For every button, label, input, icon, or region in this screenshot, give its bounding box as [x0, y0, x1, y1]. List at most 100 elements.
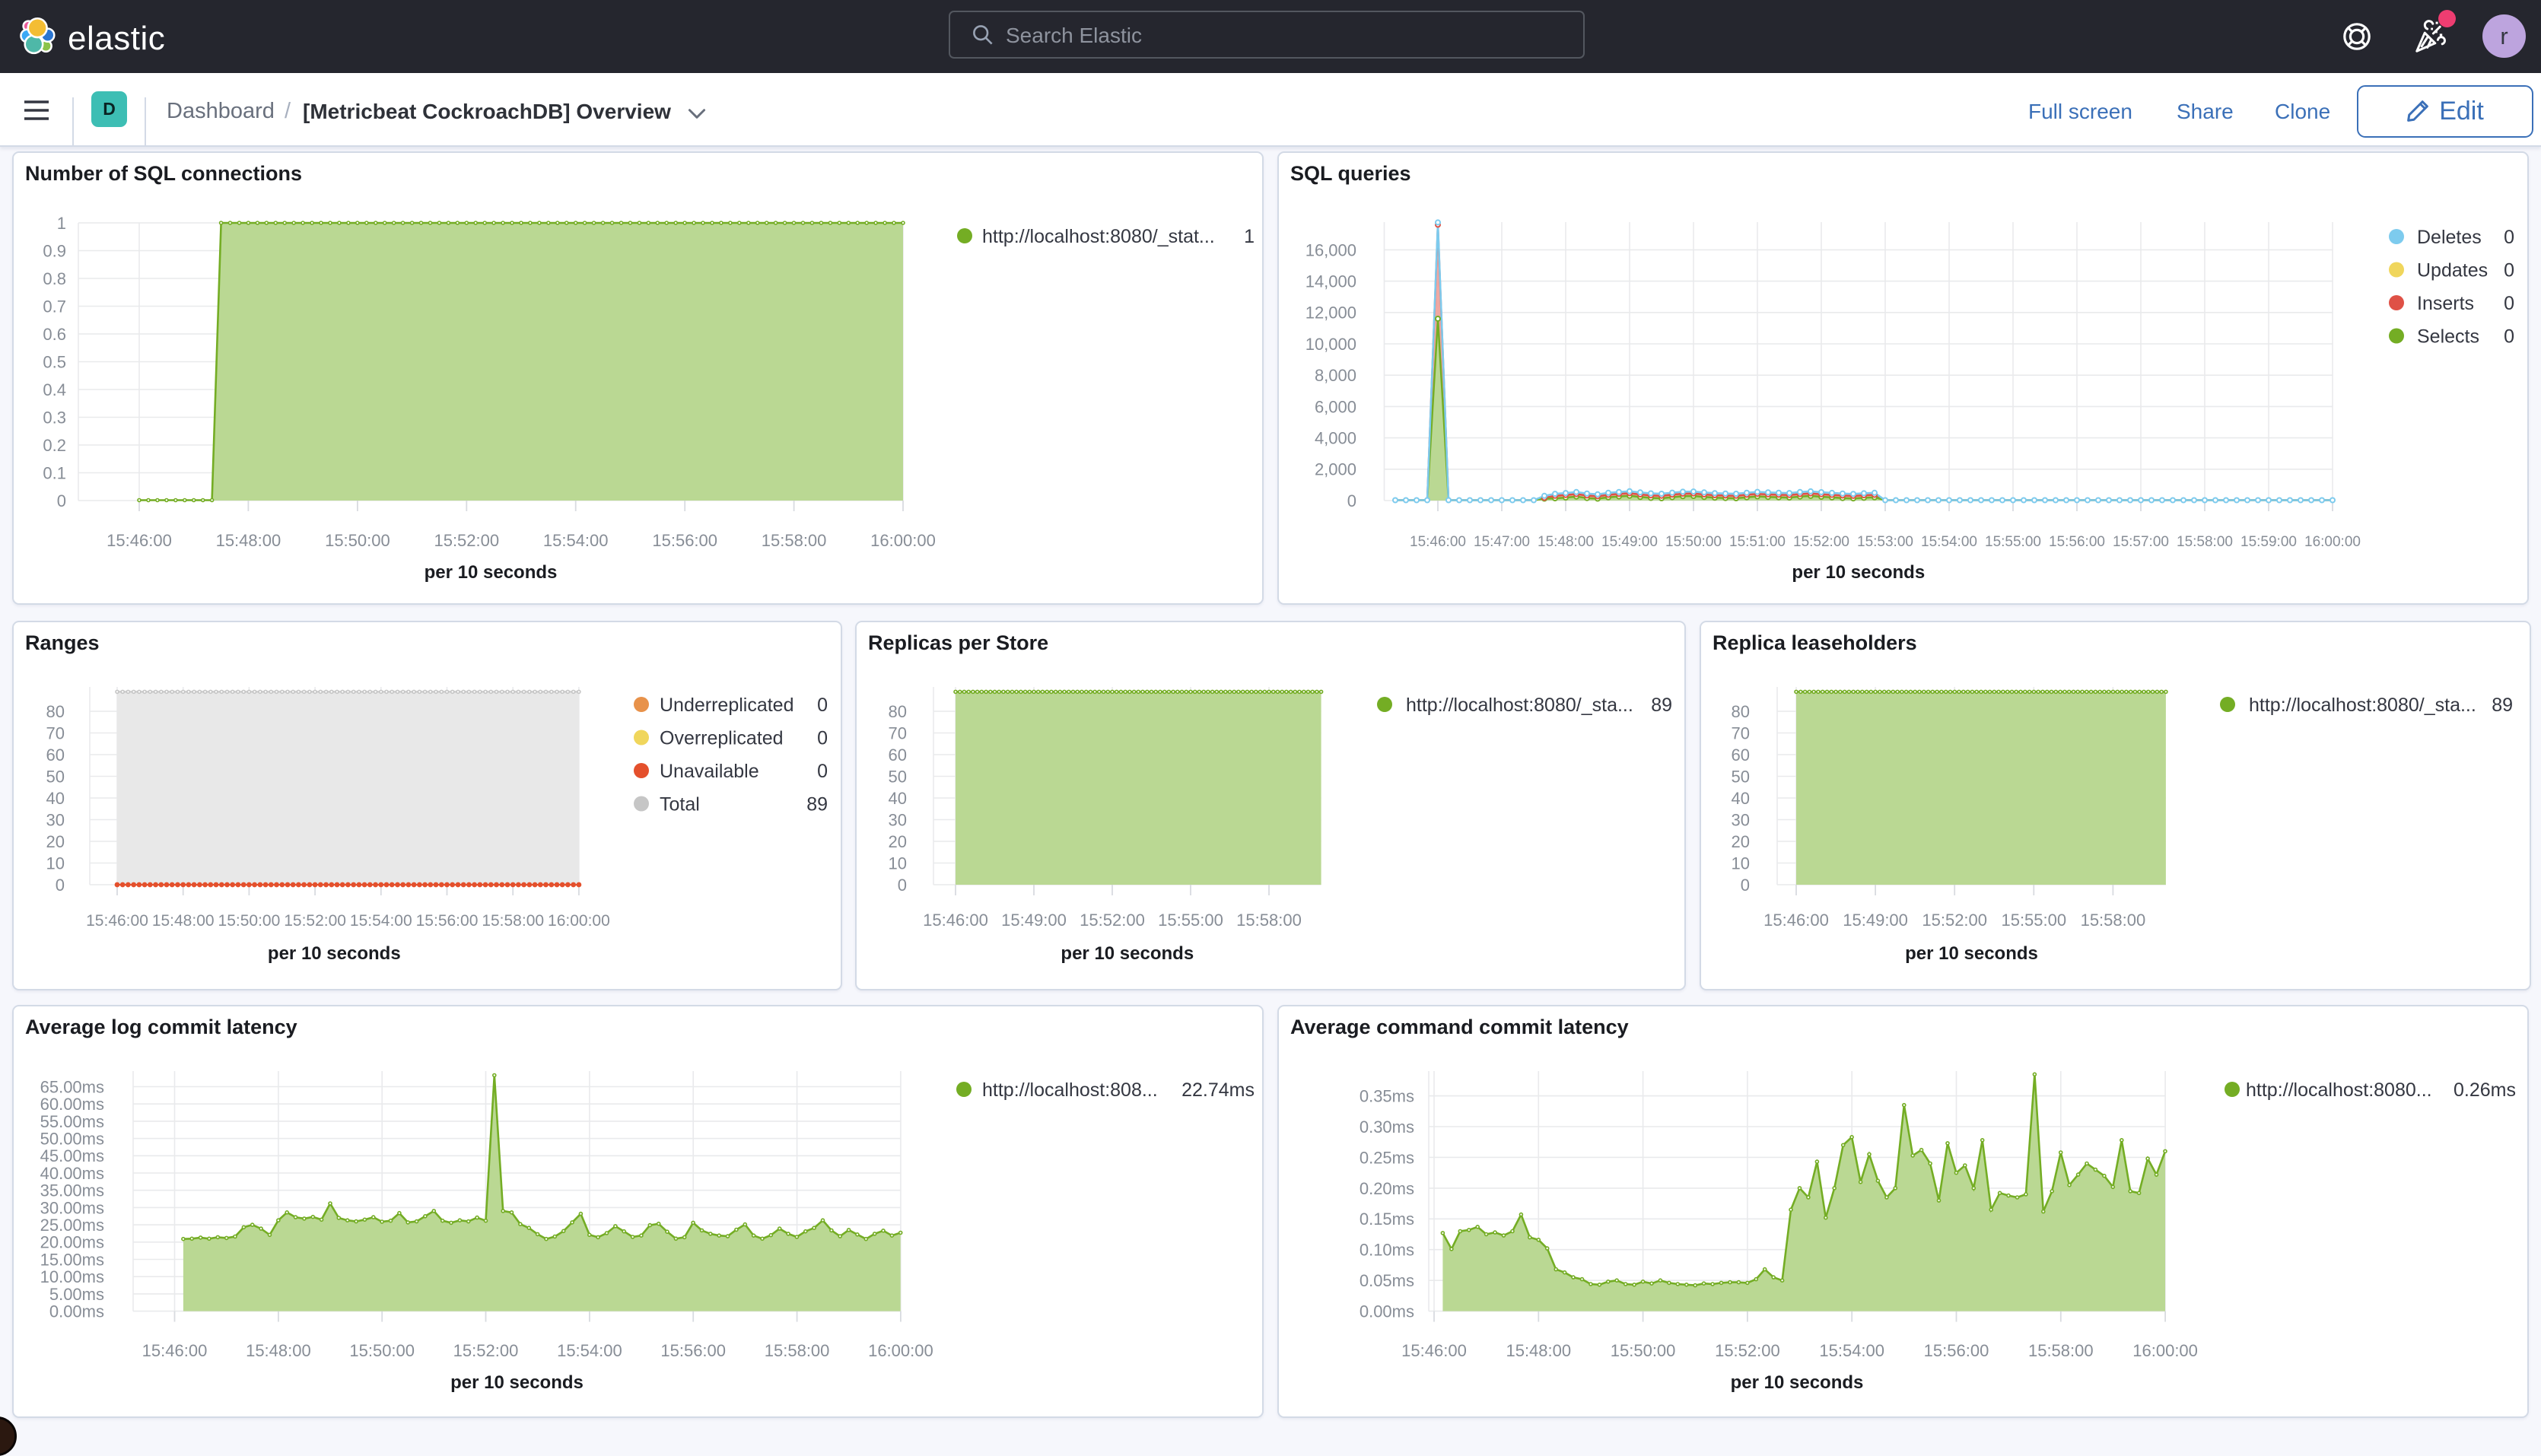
svg-text:16:00:00: 16:00:00	[548, 912, 610, 930]
svg-text:Deletes: Deletes	[2417, 227, 2482, 248]
svg-text:http://localhost:8080/_stat...: http://localhost:8080/_stat...	[982, 226, 1215, 247]
svg-text:Unavailable: Unavailable	[660, 761, 759, 782]
svg-text:0: 0	[817, 761, 828, 782]
svg-text:0.05ms: 0.05ms	[1360, 1271, 1414, 1290]
svg-text:15:58:00: 15:58:00	[2177, 534, 2233, 550]
svg-text:15:57:00: 15:57:00	[2113, 534, 2169, 550]
svg-text:15:48:00: 15:48:00	[246, 1341, 311, 1360]
svg-text:15:58:00: 15:58:00	[2028, 1341, 2094, 1360]
svg-text:0.20ms: 0.20ms	[1360, 1179, 1414, 1198]
svg-text:Updates: Updates	[2417, 260, 2488, 281]
svg-text:15:56:00: 15:56:00	[660, 1341, 726, 1360]
svg-text:0.30ms: 0.30ms	[1360, 1117, 1414, 1137]
svg-text:0.35ms: 0.35ms	[1360, 1087, 1414, 1106]
svg-text:15:48:00: 15:48:00	[1538, 534, 1594, 550]
svg-text:15:54:00: 15:54:00	[557, 1341, 622, 1360]
svg-text:0: 0	[1741, 876, 1750, 895]
svg-text:per 10 seconds: per 10 seconds	[268, 943, 401, 964]
svg-text:35.00ms: 35.00ms	[40, 1181, 104, 1200]
svg-text:12,000: 12,000	[1305, 304, 1356, 323]
svg-text:15:58:00: 15:58:00	[1236, 911, 1302, 930]
svg-text:0: 0	[2504, 293, 2514, 314]
svg-text:Inserts: Inserts	[2417, 293, 2474, 314]
svg-text:15:52:00: 15:52:00	[1715, 1341, 1780, 1360]
svg-text:0.8: 0.8	[43, 269, 66, 288]
svg-text:15:56:00: 15:56:00	[1924, 1341, 1989, 1360]
svg-text:0: 0	[898, 876, 907, 895]
svg-text:15:50:00: 15:50:00	[218, 912, 281, 930]
svg-text:50: 50	[46, 767, 65, 786]
svg-text:55.00ms: 55.00ms	[40, 1112, 104, 1131]
svg-text:0: 0	[1347, 491, 1356, 510]
svg-text:15:58:00: 15:58:00	[762, 531, 827, 550]
svg-text:per 10 seconds: per 10 seconds	[1792, 562, 1925, 583]
svg-text:40.00ms: 40.00ms	[40, 1164, 104, 1183]
svg-text:15:49:00: 15:49:00	[1601, 534, 1658, 550]
svg-text:1: 1	[57, 214, 66, 233]
svg-text:15:54:00: 15:54:00	[350, 912, 412, 930]
svg-text:15:50:00: 15:50:00	[325, 531, 390, 550]
svg-text:30: 30	[1732, 810, 1750, 829]
svg-text:70: 70	[889, 723, 907, 742]
svg-text:0.25ms: 0.25ms	[1360, 1148, 1414, 1167]
svg-text:1: 1	[1244, 226, 1255, 247]
svg-text:20: 20	[46, 832, 65, 851]
svg-text:16:00:00: 16:00:00	[2304, 534, 2361, 550]
svg-text:10: 10	[1732, 854, 1750, 873]
svg-text:15:46:00: 15:46:00	[107, 531, 172, 550]
svg-text:20: 20	[1732, 832, 1750, 851]
svg-text:15:54:00: 15:54:00	[1921, 534, 1977, 550]
svg-text:15:46:00: 15:46:00	[923, 911, 988, 930]
svg-text:0.1: 0.1	[43, 463, 66, 482]
svg-text:per 10 seconds: per 10 seconds	[1061, 943, 1194, 964]
svg-text:Overreplicated: Overreplicated	[660, 728, 784, 749]
svg-text:20.00ms: 20.00ms	[40, 1233, 104, 1252]
svg-text:0.7: 0.7	[43, 297, 66, 316]
svg-text:10: 10	[889, 854, 907, 873]
svg-text:16:00:00: 16:00:00	[870, 531, 936, 550]
svg-text:15:48:00: 15:48:00	[152, 912, 215, 930]
svg-text:15:46:00: 15:46:00	[1401, 1341, 1467, 1360]
svg-text:10.00ms: 10.00ms	[40, 1267, 104, 1286]
svg-text:0.9: 0.9	[43, 241, 66, 260]
svg-text:15:46:00: 15:46:00	[142, 1341, 208, 1360]
svg-text:15:52:00: 15:52:00	[434, 531, 499, 550]
svg-text:0.4: 0.4	[43, 380, 66, 399]
svg-text:0.10ms: 0.10ms	[1360, 1241, 1414, 1260]
svg-text:30.00ms: 30.00ms	[40, 1198, 104, 1217]
svg-text:15:56:00: 15:56:00	[652, 531, 717, 550]
svg-text:15:52:00: 15:52:00	[1080, 911, 1145, 930]
svg-text:15:50:00: 15:50:00	[349, 1341, 415, 1360]
svg-text:http://localhost:808...: http://localhost:808...	[982, 1079, 1158, 1101]
svg-text:10: 10	[46, 854, 65, 873]
svg-text:70: 70	[46, 723, 65, 742]
svg-text:15:58:00: 15:58:00	[765, 1341, 830, 1360]
svg-text:45.00ms: 45.00ms	[40, 1146, 104, 1165]
svg-text:50: 50	[1732, 767, 1750, 786]
svg-text:0.00ms: 0.00ms	[1360, 1302, 1414, 1321]
svg-text:80: 80	[46, 702, 65, 721]
svg-text:15:52:00: 15:52:00	[453, 1341, 519, 1360]
svg-text:20: 20	[889, 832, 907, 851]
svg-text:15:50:00: 15:50:00	[1611, 1341, 1676, 1360]
svg-text:15:48:00: 15:48:00	[1506, 1341, 1571, 1360]
svg-text:80: 80	[1732, 702, 1750, 721]
svg-text:30: 30	[889, 810, 907, 829]
svg-text:15:53:00: 15:53:00	[1857, 534, 1913, 550]
svg-text:15.00ms: 15.00ms	[40, 1250, 104, 1269]
svg-text:0.5: 0.5	[43, 352, 66, 371]
svg-text:http://localhost:8080...: http://localhost:8080...	[2246, 1079, 2432, 1101]
svg-text:50.00ms: 50.00ms	[40, 1130, 104, 1149]
svg-text:per 10 seconds: per 10 seconds	[425, 562, 558, 583]
svg-text:50: 50	[889, 767, 907, 786]
svg-text:89: 89	[2492, 695, 2513, 716]
svg-text:15:58:00: 15:58:00	[482, 912, 544, 930]
svg-text:15:52:00: 15:52:00	[284, 912, 346, 930]
svg-text:15:55:00: 15:55:00	[1985, 534, 2041, 550]
svg-text:Total: Total	[660, 794, 700, 815]
svg-text:0.6: 0.6	[43, 325, 66, 344]
svg-text:30: 30	[46, 810, 65, 829]
svg-text:15:47:00: 15:47:00	[1474, 534, 1530, 550]
svg-text:per 10 seconds: per 10 seconds	[1905, 943, 2038, 964]
svg-text:per 10 seconds: per 10 seconds	[450, 1372, 584, 1393]
